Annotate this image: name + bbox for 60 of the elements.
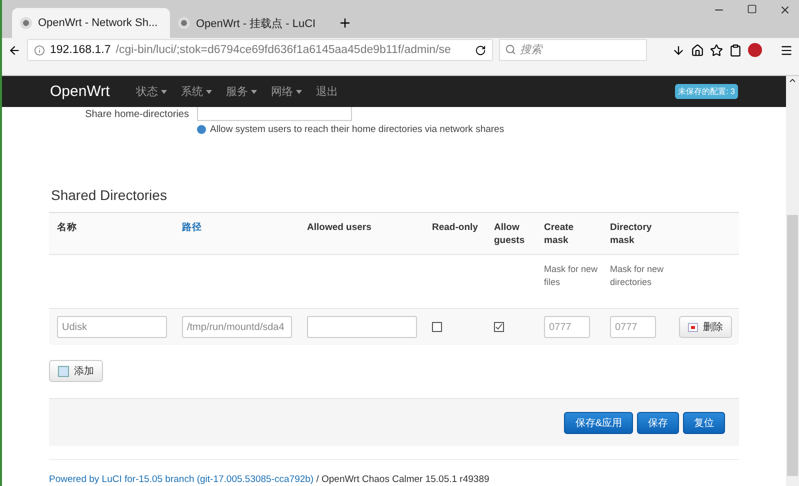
input-field[interactable]: Udisk: [57, 316, 167, 338]
nav-menu-item[interactable]: 服务: [226, 84, 257, 99]
scrollbar-thumb[interactable]: [787, 215, 798, 476]
site-icon: [20, 17, 32, 29]
download-icon[interactable]: [672, 44, 685, 56]
search-icon: [505, 44, 516, 55]
menu-icon[interactable]: [780, 44, 793, 56]
back-icon[interactable]: [8, 44, 21, 56]
add-button[interactable]: 添加: [49, 360, 103, 382]
column-header: 名称: [56, 221, 78, 235]
column-header-link[interactable]: 路径: [174, 221, 299, 247]
search-field[interactable]: 搜索: [499, 39, 647, 61]
address-field[interactable]: 192.168.1.7 /cgi-bin/luci/;stok=d6794ce69fd636f1a6145aa45de9b11f/admin/se: [27, 39, 493, 61]
column-help-text: Mask for new files: [543, 263, 599, 289]
clipboard-icon[interactable]: [729, 44, 742, 56]
help-icon: [197, 125, 206, 134]
new-tab-icon[interactable]: [338, 16, 352, 30]
info-icon[interactable]: [34, 44, 45, 56]
star-icon[interactable]: [710, 44, 723, 56]
caret-icon: [160, 90, 167, 94]
column-help-text: Mask for new directories: [609, 263, 665, 289]
help-text: Allow system users to reach their home directories via network shares: [210, 124, 504, 135]
browser-tab[interactable]: OpenWrt - 挂载点 - LuCI: [170, 8, 328, 38]
nav-menu-item[interactable]: 退出: [316, 84, 338, 99]
action-button[interactable]: 保存&应用: [564, 412, 633, 434]
caret-icon: [296, 90, 302, 94]
column-header: Directory mask: [609, 221, 653, 247]
input-field[interactable]: [307, 316, 417, 338]
caret-icon: [250, 90, 257, 94]
action-button[interactable]: 复位: [683, 412, 725, 434]
column-header: Create mask: [543, 221, 575, 247]
nav-menu-item[interactable]: 状态: [136, 84, 167, 99]
caret-icon: [206, 90, 212, 94]
input-field[interactable]: /tmp/run/mountd/sda4: [182, 316, 292, 338]
section-title: Shared Directories: [51, 187, 168, 203]
nav-menu-item[interactable]: 系统: [180, 84, 212, 99]
column-header: Allow guests: [493, 221, 526, 247]
nav-menu-item[interactable]: 网络: [270, 84, 302, 99]
add-icon: [58, 366, 69, 376]
field-label: Share home-directories: [84, 108, 189, 120]
footer-link[interactable]: Powered by LuCI for-15.05 branch (git-17.005.53085-cca792b): [49, 474, 314, 485]
site-icon: [178, 17, 190, 29]
input-field[interactable]: 0777: [610, 316, 656, 338]
column-header: Allowed users: [306, 221, 372, 235]
delete-icon: [688, 322, 698, 332]
checkbox[interactable]: [432, 322, 442, 332]
column-header: Read-only: [431, 221, 479, 235]
checkbox[interactable]: [494, 322, 504, 332]
footer-text: Powered by LuCI for-15.05 branch (git-17.005.53085-cca792b) / OpenWrt Chaos Calmer 15.05.1 r49389: [49, 474, 490, 485]
scroll-up-icon[interactable]: [788, 76, 797, 85]
delete-button[interactable]: 删除: [679, 316, 732, 338]
input-field[interactable]: [197, 107, 352, 121]
close-icon[interactable]: [779, 4, 791, 16]
browser-tab[interactable]: OpenWrt - Network Sh...: [12, 8, 170, 38]
maximize-icon[interactable]: [747, 4, 757, 14]
reload-icon[interactable]: [475, 44, 486, 56]
action-button[interactable]: 保存: [637, 412, 679, 434]
brand-logo[interactable]: OpenWrt: [50, 83, 110, 100]
input-field[interactable]: 0777: [544, 316, 590, 338]
home-icon[interactable]: [691, 44, 704, 56]
